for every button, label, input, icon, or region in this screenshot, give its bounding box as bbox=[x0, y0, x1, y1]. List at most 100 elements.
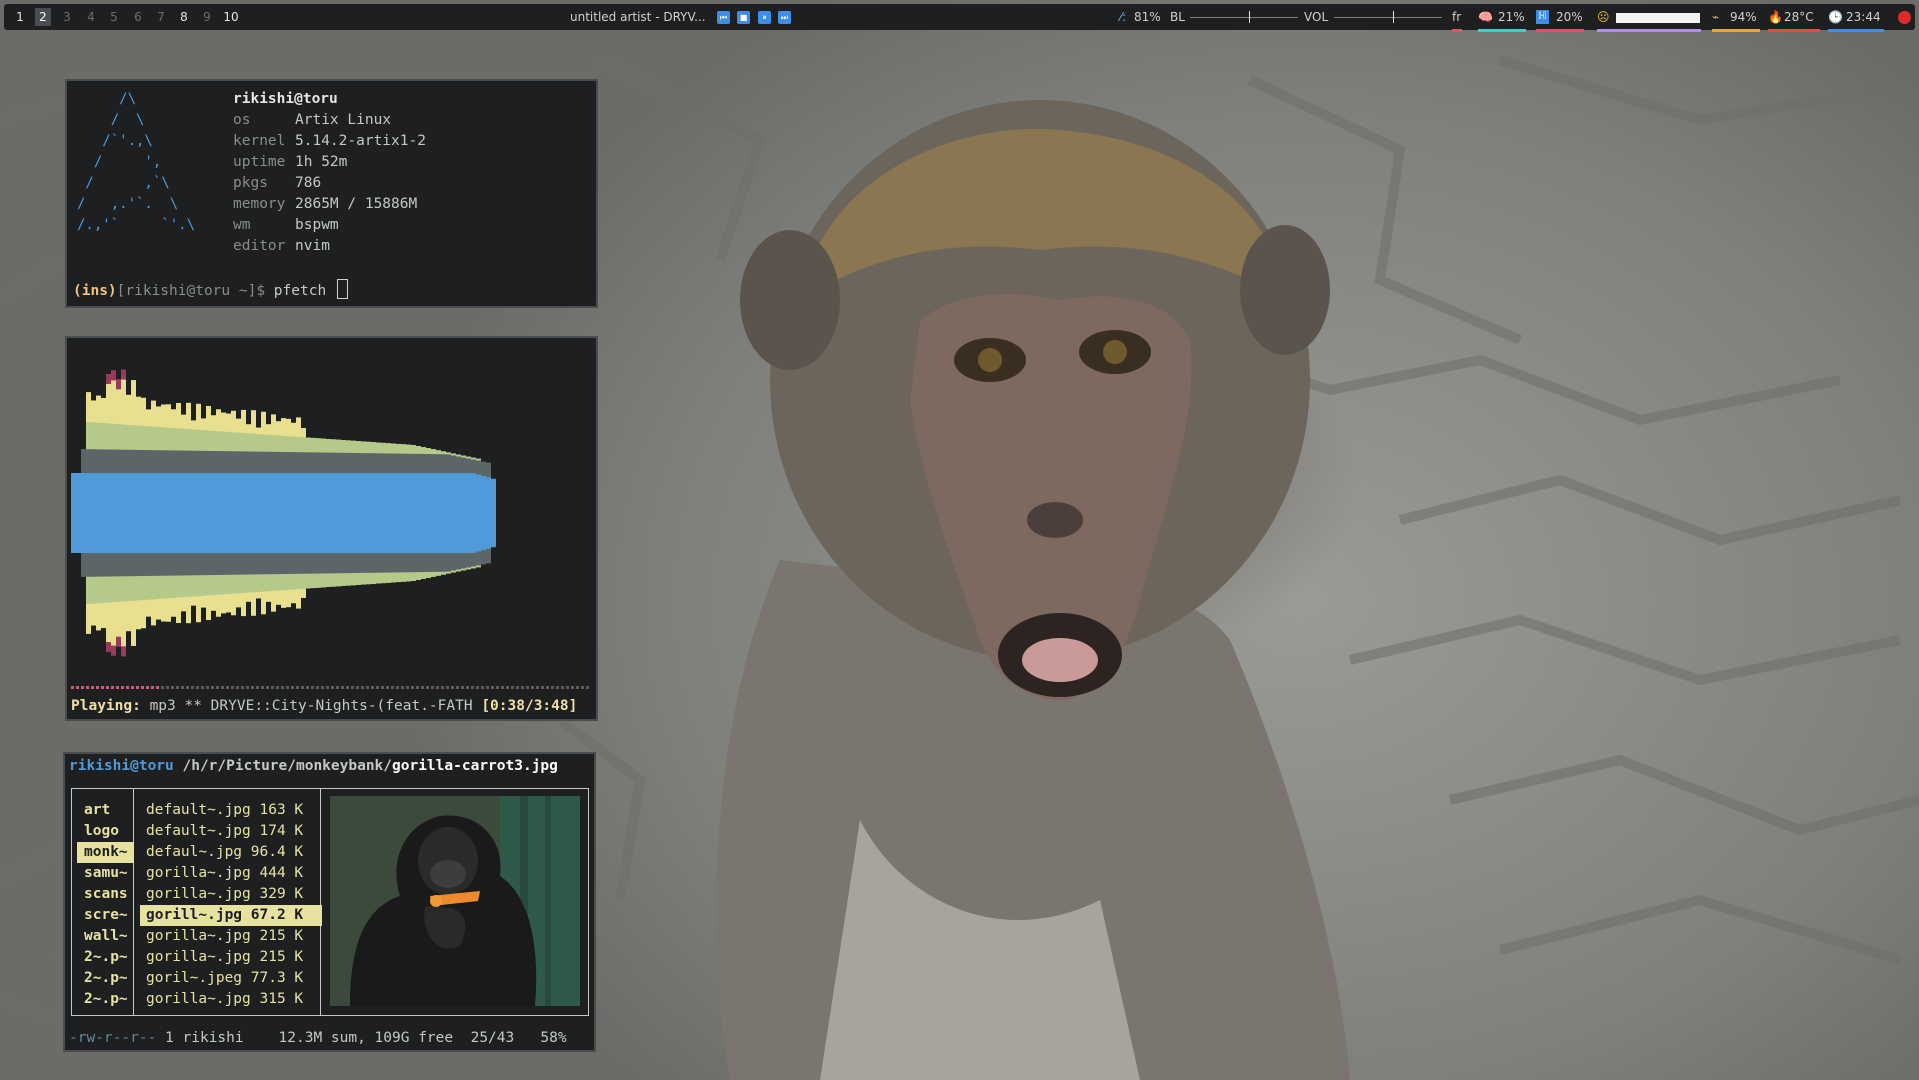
shell-prompt[interactable]: (ins)[rikishi@toru ~]$ pfetch bbox=[73, 279, 348, 299]
progress-dot bbox=[201, 686, 204, 689]
file-item[interactable]: gorilla~.jpg 315 K bbox=[140, 989, 322, 1010]
workspace-2[interactable]: 2 bbox=[35, 8, 51, 26]
spectrum-bar-core bbox=[101, 473, 106, 553]
progress-dot bbox=[191, 686, 194, 689]
spectrum-bar-core bbox=[86, 473, 91, 553]
battery-level: 94% bbox=[1730, 10, 1757, 24]
playing-label: Playing: bbox=[71, 698, 141, 714]
terminal-pfetch-window[interactable]: /\ / \ /`'.,\ / ', / ,`\ / ,.'`. \ /.,'` `… bbox=[65, 79, 598, 308]
spectrum-bar-core bbox=[411, 473, 416, 553]
workspace-10[interactable]: 10 bbox=[220, 8, 242, 26]
directory-item[interactable]: scre~ bbox=[77, 905, 134, 926]
spectrum-bar-core bbox=[121, 473, 126, 553]
spectrum-bar-core bbox=[206, 473, 211, 553]
progress-dot bbox=[121, 686, 124, 689]
info-key: uptime bbox=[233, 154, 286, 170]
brightness-percent: 81% bbox=[1134, 10, 1161, 24]
previous-track-icon[interactable]: ⏮ bbox=[717, 11, 730, 24]
spectrum-bar-core bbox=[471, 473, 476, 553]
spectrum-bar-core bbox=[221, 473, 226, 553]
spectrum-bar-core bbox=[281, 473, 286, 553]
progress-dot bbox=[301, 686, 304, 689]
info-key: memory bbox=[233, 196, 286, 212]
workspace-8[interactable]: 8 bbox=[176, 8, 192, 26]
ram-usage: 20% bbox=[1556, 10, 1583, 24]
file-item[interactable]: gorilla~.jpg 215 K bbox=[140, 926, 322, 947]
file-item[interactable]: gorilla~.jpg 215 K bbox=[140, 947, 322, 968]
spectrum-bar-core bbox=[226, 473, 231, 553]
file-item[interactable]: defaul~.jpg 96.4 K bbox=[140, 842, 322, 863]
directory-item[interactable]: art bbox=[77, 800, 134, 821]
directory-item[interactable]: 2~.p~ bbox=[77, 968, 134, 989]
pause-icon[interactable]: ⏸ bbox=[758, 11, 771, 24]
progress-dot bbox=[241, 686, 244, 689]
progress-dot bbox=[451, 686, 454, 689]
workspace-4[interactable]: 4 bbox=[83, 8, 99, 26]
workspace-7[interactable]: 7 bbox=[153, 8, 169, 26]
keyboard-layout[interactable]: fr bbox=[1452, 8, 1461, 26]
progress-dot bbox=[341, 686, 344, 689]
progress-dot bbox=[436, 686, 439, 689]
progress-dot bbox=[336, 686, 339, 689]
file-item[interactable]: default~.jpg 163 K bbox=[140, 800, 322, 821]
spectrum-bar-core bbox=[491, 478, 496, 548]
memory-icon: ℍ bbox=[1536, 10, 1549, 24]
audio-visualizer-window[interactable]: Playing: mp3 ** DRYVE::City-Nights-(feat… bbox=[65, 336, 598, 721]
workspace-5[interactable]: 5 bbox=[106, 8, 122, 26]
ranger-file-manager-window[interactable]: rikishi@toru /h/r/Picture/monkeybank/gor… bbox=[63, 752, 596, 1052]
directory-item[interactable]: wall~ bbox=[77, 926, 134, 947]
workspace-3[interactable]: 3 bbox=[59, 8, 75, 26]
now-playing-title[interactable]: untitled artist - DRYV... bbox=[570, 8, 706, 26]
progress-dot bbox=[171, 686, 174, 689]
progress-dot bbox=[386, 686, 389, 689]
logo-line: /.,'` `'.\ bbox=[77, 217, 196, 233]
file-item[interactable]: gorilla~.jpg 444 K bbox=[140, 863, 322, 884]
spectrum-bar-core bbox=[356, 473, 361, 553]
spectrum-bar-core bbox=[176, 473, 181, 553]
directory-item[interactable]: 2~.p~ bbox=[77, 989, 134, 1010]
file-item[interactable]: gorill~.jpg 67.2 K bbox=[140, 905, 322, 926]
next-track-icon[interactable]: ⏭ bbox=[778, 11, 791, 24]
progress-dot bbox=[196, 686, 199, 689]
directory-item[interactable]: samu~ bbox=[77, 863, 134, 884]
spectrum-bar-core bbox=[216, 473, 221, 553]
spectrum-bar-core bbox=[116, 473, 121, 553]
spectrum-bar-core bbox=[346, 473, 351, 553]
workspace-6[interactable]: 6 bbox=[130, 8, 146, 26]
stop-icon[interactable]: ■ bbox=[737, 11, 750, 24]
brightness-slider-handle[interactable] bbox=[1249, 11, 1250, 23]
volume-slider-handle[interactable] bbox=[1393, 11, 1394, 23]
progress-dot bbox=[381, 686, 384, 689]
ranger-user-host: rikishi@toru bbox=[69, 758, 174, 774]
ranger-path-bar: rikishi@toru /h/r/Picture/monkeybank/gor… bbox=[69, 758, 558, 774]
spectrum-bar-core bbox=[301, 473, 306, 553]
directory-item[interactable]: logo bbox=[77, 821, 134, 842]
directory-item[interactable]: 2~.p~ bbox=[77, 947, 134, 968]
brightness-slider[interactable] bbox=[1190, 11, 1298, 23]
progress-dot bbox=[476, 686, 479, 689]
spectrum-bar-core bbox=[371, 473, 376, 553]
progress-dot bbox=[281, 686, 284, 689]
workspace-1[interactable]: 1 bbox=[12, 8, 28, 26]
spectrum-bar-core bbox=[146, 473, 151, 553]
directory-item[interactable]: scans bbox=[77, 884, 134, 905]
spectrum-bar-core bbox=[366, 473, 371, 553]
file-item[interactable]: default~.jpg 174 K bbox=[140, 821, 322, 842]
progress-dot bbox=[531, 686, 534, 689]
progress-dot bbox=[536, 686, 539, 689]
progress-dot bbox=[181, 686, 184, 689]
parent-directory-column: art logo monk~ samu~ scans scre~ wall~ 2~.p~ 2~.… bbox=[72, 789, 134, 1015]
info-row-wm: wm bspwm bbox=[233, 217, 339, 233]
file-item[interactable]: gorilla~.jpg 329 K bbox=[140, 884, 322, 905]
progress-dot bbox=[231, 686, 234, 689]
volume-slider[interactable] bbox=[1334, 11, 1442, 23]
power-icon[interactable] bbox=[1898, 11, 1911, 24]
workspace-9[interactable]: 9 bbox=[199, 8, 215, 26]
spectrum-bar-core bbox=[376, 473, 381, 553]
spectrum-bar-core bbox=[326, 473, 331, 553]
info-value: 2865M / 15886M bbox=[295, 196, 418, 212]
directory-item[interactable]: monk~ bbox=[77, 842, 134, 863]
file-item[interactable]: goril~.jpeg 77.3 K bbox=[140, 968, 322, 989]
status-bar: 1 2 3 4 5 6 7 8 9 10 untitled artist - DRYV... ⏮ … bbox=[4, 4, 1915, 32]
spectrum-bar-core bbox=[396, 473, 401, 553]
